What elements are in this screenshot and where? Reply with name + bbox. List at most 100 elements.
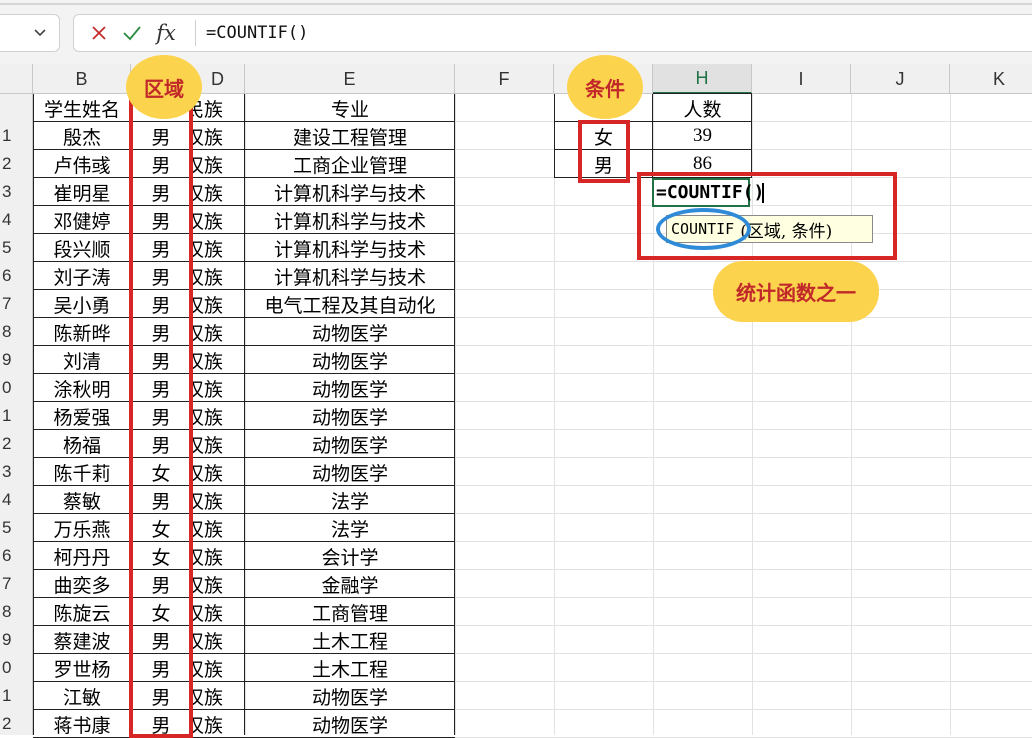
row-header[interactable]: 4 bbox=[0, 206, 33, 234]
header-major[interactable]: 专业 bbox=[245, 94, 455, 122]
cell-ethnic[interactable]: 汉族 bbox=[191, 234, 245, 262]
cell-ethnic[interactable]: 汉族 bbox=[191, 290, 245, 318]
cell-ethnic[interactable]: 汉族 bbox=[191, 150, 245, 178]
row-header[interactable]: 1 bbox=[0, 682, 33, 710]
chevron-down-icon[interactable] bbox=[32, 24, 48, 40]
cell-name[interactable]: 崔明星 bbox=[33, 178, 131, 206]
cell-major[interactable]: 会计学 bbox=[245, 542, 455, 570]
cell-major[interactable]: 工商企业管理 bbox=[245, 150, 455, 178]
cell-ethnic[interactable]: 汉族 bbox=[191, 346, 245, 374]
cell-ethnic[interactable]: 汉族 bbox=[191, 682, 245, 710]
cell-name[interactable]: 陈新晔 bbox=[33, 318, 131, 346]
insert-function-button[interactable]: fx bbox=[152, 18, 180, 48]
cell-name[interactable]: 罗世杨 bbox=[33, 654, 131, 682]
cell-major[interactable]: 建设工程管理 bbox=[245, 122, 455, 150]
column-header-h[interactable]: H bbox=[653, 64, 752, 94]
name-box[interactable] bbox=[0, 14, 60, 52]
row-header[interactable]: 1 bbox=[0, 402, 33, 430]
cell-name[interactable]: 曲奕多 bbox=[33, 570, 131, 598]
cell-ethnic[interactable]: 汉族 bbox=[191, 430, 245, 458]
row-header[interactable]: 9 bbox=[0, 346, 33, 374]
cell-name[interactable]: 陈旋云 bbox=[33, 598, 131, 626]
row-header[interactable]: 1 bbox=[0, 122, 33, 150]
cell-ethnic[interactable]: 汉族 bbox=[191, 262, 245, 290]
cell-major[interactable]: 计算机科学与技术 bbox=[245, 206, 455, 234]
row-header[interactable]: 2 bbox=[0, 150, 33, 178]
row-header[interactable]: 7 bbox=[0, 290, 33, 318]
cell-ethnic[interactable]: 汉族 bbox=[191, 206, 245, 234]
cell-name[interactable]: 段兴顺 bbox=[33, 234, 131, 262]
cell-major[interactable]: 计算机科学与技术 bbox=[245, 262, 455, 290]
cell-name[interactable]: 蔡建波 bbox=[33, 626, 131, 654]
cell-ethnic[interactable]: 汉族 bbox=[191, 626, 245, 654]
cell-major[interactable]: 金融学 bbox=[245, 570, 455, 598]
cell-major[interactable]: 计算机科学与技术 bbox=[245, 234, 455, 262]
cell-ethnic[interactable]: 汉族 bbox=[191, 458, 245, 486]
row-header[interactable]: 9 bbox=[0, 626, 33, 654]
row-header[interactable]: 3 bbox=[0, 458, 33, 486]
row-header[interactable]: 0 bbox=[0, 654, 33, 682]
cell-ethnic[interactable]: 汉族 bbox=[191, 654, 245, 682]
row-header[interactable]: 7 bbox=[0, 570, 33, 598]
cell-major[interactable]: 土木工程 bbox=[245, 626, 455, 654]
cell-name[interactable]: 柯丹丹 bbox=[33, 542, 131, 570]
row-header[interactable] bbox=[0, 94, 33, 122]
cell-name[interactable]: 刘子涛 bbox=[33, 262, 131, 290]
cell-name[interactable]: 吴小勇 bbox=[33, 290, 131, 318]
cell-major[interactable]: 动物医学 bbox=[245, 458, 455, 486]
cell-major[interactable]: 动物医学 bbox=[245, 346, 455, 374]
cell-name[interactable]: 万乐燕 bbox=[33, 514, 131, 542]
column-header-j[interactable]: J bbox=[851, 64, 950, 94]
cell-ethnic[interactable]: 汉族 bbox=[191, 122, 245, 150]
row-header[interactable]: 6 bbox=[0, 542, 33, 570]
cell-major[interactable]: 动物医学 bbox=[245, 374, 455, 402]
cell-major[interactable]: 土木工程 bbox=[245, 654, 455, 682]
cell-ethnic[interactable]: 汉族 bbox=[191, 486, 245, 514]
row-header[interactable]: 2 bbox=[0, 710, 33, 738]
cell-ethnic[interactable]: 汉族 bbox=[191, 598, 245, 626]
cell-major[interactable]: 动物医学 bbox=[245, 318, 455, 346]
cell-name[interactable]: 杨爱强 bbox=[33, 402, 131, 430]
cell-ethnic[interactable]: 汉族 bbox=[191, 514, 245, 542]
cell-major[interactable]: 电气工程及其自动化 bbox=[245, 290, 455, 318]
cell-name[interactable]: 蒋书康 bbox=[33, 710, 131, 738]
cell-major[interactable]: 动物医学 bbox=[245, 430, 455, 458]
count-header[interactable]: 人数 bbox=[653, 94, 752, 122]
cell-major[interactable]: 动物医学 bbox=[245, 682, 455, 710]
cell-name[interactable]: 杨福 bbox=[33, 430, 131, 458]
cell-major[interactable]: 计算机科学与技术 bbox=[245, 178, 455, 206]
cell-ethnic[interactable]: 汉族 bbox=[191, 570, 245, 598]
row-header[interactable]: 8 bbox=[0, 598, 33, 626]
row-header[interactable]: 5 bbox=[0, 514, 33, 542]
cell-major[interactable]: 法学 bbox=[245, 486, 455, 514]
cell-name[interactable]: 邓健婷 bbox=[33, 206, 131, 234]
header-student-name[interactable]: 学生姓名 bbox=[33, 94, 131, 122]
cell-name[interactable]: 涂秋明 bbox=[33, 374, 131, 402]
column-header-a[interactable] bbox=[0, 64, 33, 94]
cell-name[interactable]: 刘清 bbox=[33, 346, 131, 374]
cell-ethnic[interactable]: 汉族 bbox=[191, 402, 245, 430]
column-header-f[interactable]: F bbox=[455, 64, 554, 94]
cell-name[interactable]: 江敏 bbox=[33, 682, 131, 710]
cell-ethnic[interactable]: 汉族 bbox=[191, 710, 245, 738]
cell-major[interactable]: 动物医学 bbox=[245, 402, 455, 430]
formula-text[interactable]: =COUNTIF() bbox=[206, 19, 308, 47]
row-header[interactable]: 2 bbox=[0, 430, 33, 458]
row-header[interactable]: 5 bbox=[0, 234, 33, 262]
cell-major[interactable]: 工商管理 bbox=[245, 598, 455, 626]
cell-ethnic[interactable]: 汉族 bbox=[191, 178, 245, 206]
summary-count-female[interactable]: 39 bbox=[653, 122, 752, 150]
column-header-b[interactable]: B bbox=[33, 64, 131, 94]
cell-ethnic[interactable]: 汉族 bbox=[191, 374, 245, 402]
cell-name[interactable]: 蔡敏 bbox=[33, 486, 131, 514]
check-icon[interactable] bbox=[119, 20, 145, 46]
cell-major[interactable]: 法学 bbox=[245, 514, 455, 542]
column-header-e[interactable]: E bbox=[245, 64, 455, 94]
cell-name[interactable]: 陈千莉 bbox=[33, 458, 131, 486]
column-header-k[interactable]: K bbox=[950, 64, 1032, 94]
row-header[interactable]: 4 bbox=[0, 486, 33, 514]
row-header[interactable]: 0 bbox=[0, 374, 33, 402]
cell-ethnic[interactable]: 汉族 bbox=[191, 318, 245, 346]
cell-name[interactable]: 卢伟彧 bbox=[33, 150, 131, 178]
close-icon[interactable] bbox=[86, 20, 112, 46]
